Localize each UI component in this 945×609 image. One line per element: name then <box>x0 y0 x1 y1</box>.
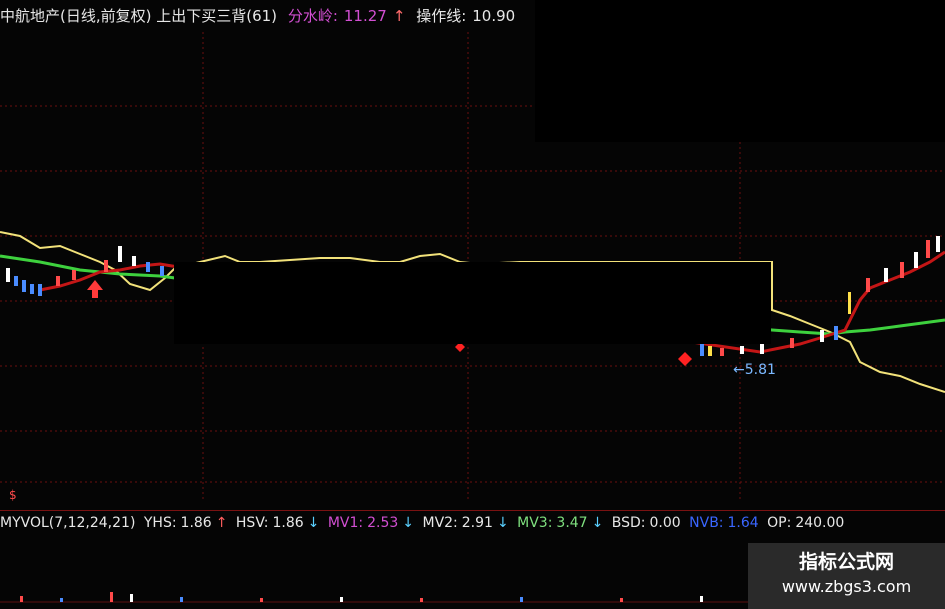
bsd-value: 0.00 <box>649 515 681 531</box>
mv2-arrow-icon: ↓ <box>496 515 509 531</box>
candle <box>900 262 904 278</box>
volume-bar <box>620 598 623 602</box>
mv2-value: 2.91 <box>461 515 493 531</box>
volume-bar <box>110 592 113 602</box>
watermark: 指标公式网 www.zbgs3.com <box>748 543 945 609</box>
candle <box>38 284 42 296</box>
fsl-arrow-icon: ↑ <box>392 7 406 25</box>
mv1-arrow-icon: ↓ <box>402 515 415 531</box>
diamond-icon <box>678 352 692 366</box>
volume-bar <box>520 597 523 602</box>
redaction-block <box>174 262 771 344</box>
candle <box>132 256 136 266</box>
bsd-label: BSD: <box>611 515 646 531</box>
candle <box>708 346 712 356</box>
watermark-url: www.zbgs3.com <box>781 577 912 596</box>
volume-bar <box>340 597 343 602</box>
hsv-label: HSV: <box>235 515 269 531</box>
candle <box>30 284 34 294</box>
mv3-value: 3.47 <box>556 515 588 531</box>
volume-bar <box>130 594 133 602</box>
candle <box>834 326 838 340</box>
hsv-arrow-icon: ↓ <box>307 515 320 531</box>
candle <box>926 240 930 258</box>
yhs-arrow-icon: ↑ <box>215 515 228 531</box>
op-value: 240.00 <box>795 515 845 531</box>
candle <box>104 260 108 272</box>
chart-title: 中航地产(日线,前复权) 上出下买三背(61) <box>0 7 278 25</box>
candle <box>914 252 918 268</box>
czx-value: 10.90 <box>472 7 516 25</box>
volume-bar <box>420 598 423 602</box>
hsv-value: 1.86 <box>272 515 304 531</box>
price-label: ←5.81 <box>733 362 776 378</box>
mv1-value: 2.53 <box>367 515 399 531</box>
op-label: OP: <box>767 515 792 531</box>
volume-bars <box>20 592 703 602</box>
volume-bar <box>60 598 63 602</box>
candle <box>720 348 724 356</box>
candle <box>14 276 18 286</box>
nvb-value: 1.64 <box>727 515 759 531</box>
signal-marker <box>848 292 851 314</box>
candle <box>700 344 704 356</box>
mv3-label: MV3: <box>517 515 553 531</box>
volume-bar <box>180 597 183 602</box>
indicator-name: MYVOL(7,12,24,21) <box>0 515 136 531</box>
volume-indicator-bar: MYVOL(7,12,24,21) YHS: 1.86 ↑ HSV: 1.86 ↓ MV… <box>0 511 945 535</box>
mv3-arrow-icon: ↓ <box>591 515 604 531</box>
candle <box>22 280 26 292</box>
dollar-marker: $ <box>9 488 17 502</box>
fsl-label: 分水岭: <box>287 7 338 25</box>
candle <box>6 268 10 282</box>
redaction-block <box>535 0 945 142</box>
chart-header: 中航地产(日线,前复权) 上出下买三背(61) 分水岭: 11.27 ↑ 操作线: 1… <box>0 0 540 32</box>
volume-bar <box>260 598 263 602</box>
volume-bar <box>700 596 703 602</box>
mv1-label: MV1: <box>327 515 364 531</box>
mv2-label: MV2: <box>422 515 458 531</box>
candle <box>56 276 60 286</box>
candle <box>160 266 164 276</box>
candle <box>820 330 824 342</box>
fsl-value: 11.27 <box>343 7 387 25</box>
candle <box>760 344 764 354</box>
volume-bar <box>20 596 23 602</box>
candle <box>790 338 794 348</box>
candle <box>936 236 940 252</box>
candle <box>740 346 744 354</box>
candle <box>146 262 150 272</box>
yhs-value: 1.86 <box>180 515 212 531</box>
buy-arrow-icon <box>87 280 103 298</box>
candle <box>866 278 870 292</box>
watermark-title: 指标公式网 <box>798 551 894 573</box>
yhs-label: YHS: <box>143 515 177 531</box>
nvb-label: NVB: <box>689 515 724 531</box>
candle <box>72 270 76 280</box>
chart-window[interactable]: 中航地产(日线,前复权) 上出下买三背(61) 分水岭: 11.27 ↑ 操作线: 1… <box>0 0 945 609</box>
czx-label: 操作线: <box>416 7 467 25</box>
candle <box>118 246 122 262</box>
candle <box>884 268 888 282</box>
